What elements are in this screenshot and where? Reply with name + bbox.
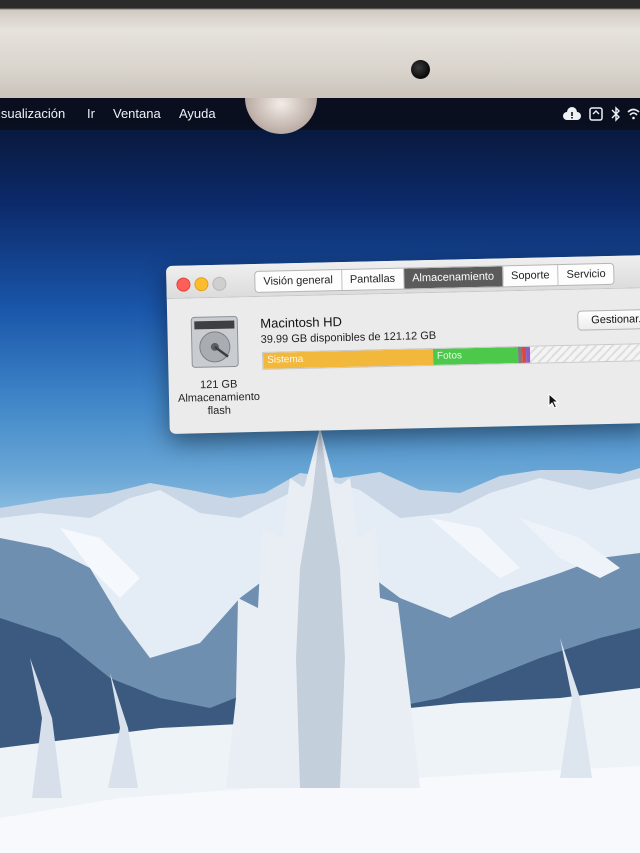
tab-support[interactable]: Soporte bbox=[502, 265, 559, 287]
tab-storage[interactable]: Almacenamiento bbox=[403, 266, 504, 289]
menu-view[interactable]: isualización bbox=[0, 106, 65, 121]
bluetooth-icon[interactable] bbox=[611, 105, 621, 123]
menu-help[interactable]: Ayuda bbox=[179, 106, 216, 121]
mouse-cursor-icon bbox=[548, 393, 560, 409]
wallpaper bbox=[0, 428, 640, 853]
tab-overview[interactable]: Visión general bbox=[255, 270, 343, 292]
storage-segment-sistema: Sistema bbox=[262, 348, 434, 369]
storage-segment-free bbox=[529, 344, 640, 363]
storage-usage-bar: Sistema Fotos bbox=[261, 343, 640, 370]
cloud-alert-icon[interactable] bbox=[563, 105, 581, 123]
webcam bbox=[411, 60, 430, 79]
tab-service[interactable]: Servicio bbox=[558, 264, 614, 285]
wifi-icon[interactable] bbox=[627, 105, 640, 123]
tab-displays[interactable]: Pantallas bbox=[341, 268, 405, 291]
menu-window[interactable]: Ventana bbox=[113, 106, 161, 121]
minimize-icon[interactable] bbox=[194, 277, 209, 292]
zoom-icon bbox=[212, 276, 227, 291]
manage-button[interactable]: Gestionar... bbox=[577, 308, 640, 331]
time-machine-icon[interactable] bbox=[589, 105, 603, 123]
menu-bar: isualización Ir Ventana Ayuda bbox=[0, 98, 640, 130]
laptop-bezel bbox=[0, 0, 640, 100]
tab-bar: Visión general Pantallas Almacenamiento … bbox=[254, 262, 615, 293]
volume-available: 39.99 GB disponibles de 121.12 GB bbox=[260, 329, 437, 346]
hard-drive-icon bbox=[189, 314, 240, 369]
storage-segment-fotos: Fotos bbox=[432, 347, 519, 365]
close-icon[interactable] bbox=[176, 277, 191, 292]
about-this-mac-window: Visión general Pantallas Almacenamiento … bbox=[166, 255, 640, 434]
volume-name: Macintosh HD bbox=[260, 314, 343, 331]
disk-type-line2: flash bbox=[207, 404, 232, 418]
menu-go[interactable]: Ir bbox=[87, 106, 95, 121]
desktop-screen: isualización Ir Ventana Ayuda Visión gen… bbox=[0, 98, 640, 853]
